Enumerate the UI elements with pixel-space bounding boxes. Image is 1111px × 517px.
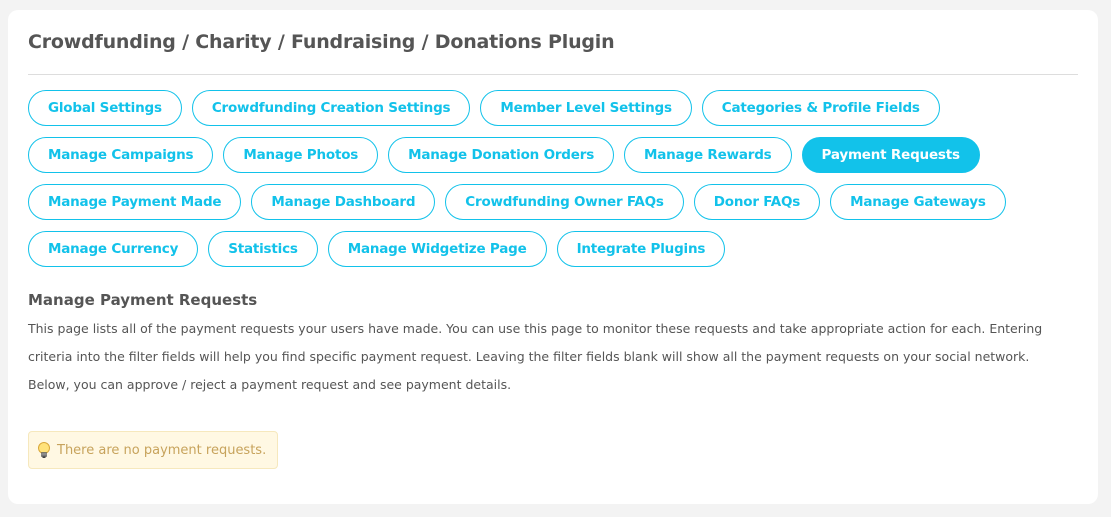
- tab-member-level-settings[interactable]: Member Level Settings: [480, 90, 692, 126]
- tab-crowdfunding-creation-settings[interactable]: Crowdfunding Creation Settings: [191, 90, 471, 126]
- description-paragraph: This page lists all of the payment reque…: [28, 321, 1043, 364]
- tab-manage-currency[interactable]: Manage Currency: [28, 231, 199, 267]
- tab-categories-profile-fields[interactable]: Categories & Profile Fields: [701, 90, 940, 126]
- title-divider: [28, 74, 1078, 75]
- tab-manage-photos[interactable]: Manage Photos: [223, 137, 379, 173]
- tab-manage-donation-orders[interactable]: Manage Donation Orders: [388, 137, 615, 173]
- page-title: Crowdfunding / Charity / Fundraising / D…: [28, 31, 615, 53]
- tab-manage-payment-made[interactable]: Manage Payment Made: [28, 184, 242, 220]
- section-description: This page lists all of the payment reque…: [28, 315, 1088, 399]
- tab-manage-rewards[interactable]: Manage Rewards: [624, 137, 792, 173]
- tab-integrate-plugins[interactable]: Integrate Plugins: [556, 231, 726, 267]
- tab-statistics[interactable]: Statistics: [208, 231, 318, 267]
- tab-global-settings[interactable]: Global Settings: [28, 90, 182, 126]
- lightbulb-icon: [36, 441, 52, 459]
- tab-manage-gateways[interactable]: Manage Gateways: [830, 184, 1006, 220]
- main-panel: Crowdfunding / Charity / Fundraising / D…: [8, 10, 1098, 504]
- tip-message: There are no payment requests.: [57, 442, 267, 458]
- tab-donor-faqs[interactable]: Donor FAQs: [693, 184, 821, 220]
- section-title: Manage Payment Requests: [28, 291, 258, 309]
- tab-payment-requests[interactable]: Payment Requests: [801, 137, 980, 173]
- description-paragraph: Below, you can approve / reject a paymen…: [28, 377, 512, 392]
- tab-crowdfunding-owner-faqs[interactable]: Crowdfunding Owner FAQs: [445, 184, 684, 220]
- empty-state-tip: There are no payment requests.: [28, 431, 279, 469]
- tab-manage-campaigns[interactable]: Manage Campaigns: [28, 137, 214, 173]
- tab-manage-dashboard[interactable]: Manage Dashboard: [251, 184, 436, 220]
- tab-manage-widgetize-page[interactable]: Manage Widgetize Page: [327, 231, 547, 267]
- navigation-tabs: Global Settings Crowdfunding Creation Se…: [28, 90, 1078, 267]
